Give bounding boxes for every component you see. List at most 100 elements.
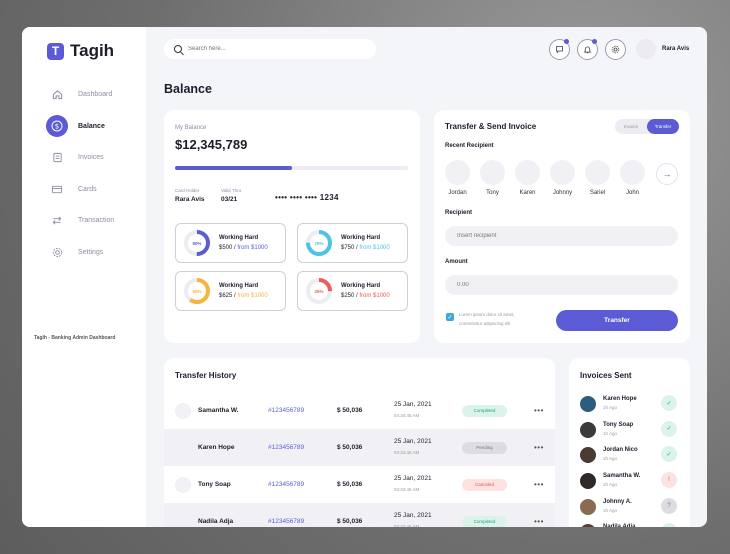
avatar [585, 160, 610, 185]
invoice-name: Johnny A. [603, 498, 632, 505]
avatar [636, 39, 656, 59]
goal-percent: 75% [314, 240, 324, 246]
invoices-list: Karen Hope 1h Ago ✓ Tony Soap 1h Ago ✓ Jordan … [580, 391, 680, 527]
row-amount: $ 50,036 [337, 407, 363, 414]
sidebar-item-balance[interactable]: $ Balance [46, 111, 114, 143]
row-time: 04:34:45 AM [394, 487, 420, 492]
avatar [580, 524, 596, 527]
invoice-time: 1h Ago [603, 456, 618, 462]
chat-icon[interactable] [549, 39, 570, 60]
sidebar-item-dashboard[interactable]: Dashboard [46, 79, 114, 111]
transfer-button[interactable]: Transfer [556, 310, 678, 331]
recipient-name: Tony [486, 190, 499, 196]
row-id[interactable]: #123456789 [268, 481, 304, 488]
row-id[interactable]: #123456789 [268, 407, 304, 414]
recipient-item[interactable]: Tony [480, 160, 505, 196]
main-content: Rara Avis Balance My Balance $12,345,789… [146, 27, 707, 527]
goal-title: Working Hard [341, 235, 381, 241]
recipient-item[interactable]: Johnny [550, 160, 575, 196]
search-bar[interactable] [164, 39, 376, 59]
sidebar-item-invoices[interactable]: Invoices [46, 142, 114, 174]
invoice-transfer-toggle[interactable]: Invoice Transfer [615, 119, 679, 134]
settings-circle-icon[interactable] [605, 39, 626, 60]
table-row[interactable]: Tony Soap #123456789 $ 50,036 25 Jan, 2021 0… [164, 466, 555, 503]
goal-target: from $1000 [359, 245, 390, 251]
recent-recipient-label: Recent Recipient [445, 143, 494, 149]
recipient-name: Sariel [589, 190, 606, 196]
list-item[interactable]: Johnny A. 1h Ago? [580, 494, 680, 520]
more-options-icon[interactable]: ••• [534, 406, 544, 415]
recipient-input[interactable] [445, 226, 678, 246]
arrow-right-icon: → [662, 169, 672, 179]
user-name: Rara Avis [662, 46, 690, 52]
goal-amount: $500 / from $1000 [219, 245, 268, 251]
row-name: Samantha W. [198, 407, 239, 414]
avatar [175, 476, 191, 493]
home-icon [46, 84, 68, 106]
next-recipients-button[interactable]: → [656, 163, 678, 185]
top-icons [549, 39, 626, 60]
goal-title: Working Hard [341, 283, 381, 289]
sidebar-item-settings[interactable]: Settings [46, 237, 114, 269]
avatar [580, 421, 596, 438]
avatar [550, 160, 575, 185]
goal-card[interactable]: 75% Working Hard $750 / from $1000 [297, 223, 408, 263]
recipient-item[interactable]: John [620, 160, 645, 196]
brand-logo-icon: T [47, 42, 64, 60]
invoices-sent-card: Invoices Sent Karen Hope 1h Ago ✓ Tony Soap… [569, 358, 690, 527]
list-item[interactable]: Samantha W. 1h Ago! [580, 468, 680, 494]
goal-target: from $1000 [359, 293, 390, 299]
goal-percent: 50% [192, 240, 202, 246]
goal-percent: 60% [192, 288, 202, 294]
valid-thru-value: 03/21 [221, 196, 238, 203]
list-item[interactable]: Nadila Adja1h Ago✓ [580, 519, 680, 527]
recipient-item[interactable]: Sariel [585, 160, 610, 196]
gear-icon [46, 241, 68, 263]
table-row[interactable]: Karen Hope #123456789 $ 50,036 25 Jan, 2021… [164, 429, 555, 466]
row-id[interactable]: #123456789 [268, 518, 304, 525]
agree-checkbox[interactable]: ✓ [446, 313, 454, 321]
brand[interactable]: T Tagih [47, 41, 114, 61]
goal-card[interactable]: 60% Working Hard $625 / from $1000 [175, 271, 286, 311]
sidebar-item-label: Invoices [78, 154, 104, 162]
goal-info: Working Hard $625 / from $1000 [219, 283, 268, 299]
recent-recipients: Jordan Tony Karen Johnny Sariel John [445, 160, 645, 196]
goal-card[interactable]: 50% Working Hard $500 / from $1000 [175, 223, 286, 263]
status-badge: Canceled [462, 478, 507, 491]
amount-input[interactable] [445, 275, 678, 295]
card-holder: Card Holder Rara Avis [175, 188, 205, 203]
recipient-name: Johnny [552, 190, 573, 196]
toggle-transfer[interactable]: Transfer [647, 119, 679, 134]
list-item[interactable]: Jordan Nico 1h Ago ✓ [580, 442, 680, 468]
goal-amount: $625 / from $1000 [219, 293, 268, 299]
recipient-name: Jordan [448, 190, 467, 196]
goals-grid: 50% Working Hard $500 / from $1000 75% Worki… [175, 223, 408, 311]
recipient-item[interactable]: Jordan [445, 160, 470, 196]
goal-current: $750 / [341, 245, 360, 251]
sidebar-item-label: Settings [78, 248, 104, 256]
bell-icon[interactable] [577, 39, 598, 60]
toggle-invoice[interactable]: Invoice [615, 119, 647, 134]
sidebar-item-cards[interactable]: Cards [46, 174, 114, 206]
more-options-icon[interactable]: ••• [534, 517, 544, 526]
goal-title: Working Hard [219, 235, 259, 241]
user-profile[interactable]: Rara Avis [636, 39, 689, 59]
table-row[interactable]: Nadila Adja #123456789 $ 50,036 25 Jan, 202… [164, 503, 555, 527]
search-input[interactable] [188, 46, 348, 52]
row-id[interactable]: #123456789 [268, 444, 304, 451]
more-options-icon[interactable]: ••• [534, 443, 544, 452]
goal-card[interactable]: 25% Working Hard $250 / from $1000 [297, 271, 408, 311]
card-holder-label: Card Holder [175, 188, 200, 193]
more-options-icon[interactable]: ••• [534, 480, 544, 489]
table-row[interactable]: Samantha W. #123456789 $ 50,036 25 Jan, 202… [164, 392, 555, 429]
row-amount: $ 50,036 [337, 518, 363, 525]
list-item[interactable]: Karen Hope 1h Ago ✓ [580, 391, 680, 417]
row-time: 04:34:45 AM [394, 413, 420, 418]
goal-progress-ring: 50% [183, 229, 211, 257]
topbar: Rara Avis [164, 39, 693, 60]
recipient-item[interactable]: Karen [515, 160, 540, 196]
sidebar-item-transaction[interactable]: Transaction [46, 205, 114, 237]
balance-card: My Balance $12,345,789 Card Holder Rara … [164, 110, 420, 343]
avatar [580, 472, 596, 489]
list-item[interactable]: Tony Soap 1h Ago ✓ [580, 417, 680, 443]
